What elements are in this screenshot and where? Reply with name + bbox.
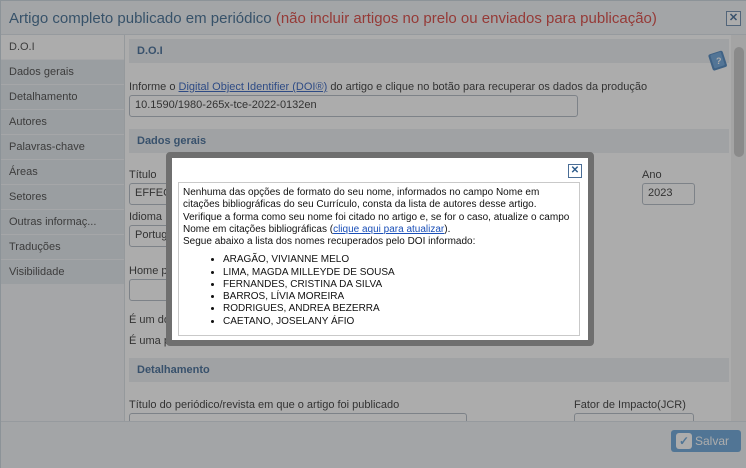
modal-message: Nenhuma das opções de formato do seu nom… [183,187,575,248]
modal-message-box: Nenhuma das opções de formato do seu nom… [178,182,580,336]
author-list-item: ARAGÃO, VIVIANNE MELO [223,254,575,266]
author-list-item: FERNANDES, CRISTINA DA SILVA [223,279,575,291]
author-list-item: BARROS, LÍVIA MOREIRA [223,291,575,303]
author-warning-modal: ✕ Nenhuma das opções de formato do seu n… [166,152,594,346]
author-list-item: CAETANO, JOSELANY ÁFIO [223,316,575,328]
update-name-link[interactable]: clique aqui para atualizar [333,224,444,235]
modal-list-intro: Segue abaixo a lista dos nomes recuperad… [183,236,476,248]
modal-close-icon[interactable]: ✕ [568,164,582,178]
author-list: ARAGÃO, VIVIANNE MELO LIMA, MAGDA MILLEY… [183,254,575,327]
author-list-item: RODRIGUES, ANDREA BEZERRA [223,303,575,315]
author-list-item: LIMA, MAGDA MILLEYDE DE SOUSA [223,267,575,279]
modal-message-end: ). [444,223,451,235]
